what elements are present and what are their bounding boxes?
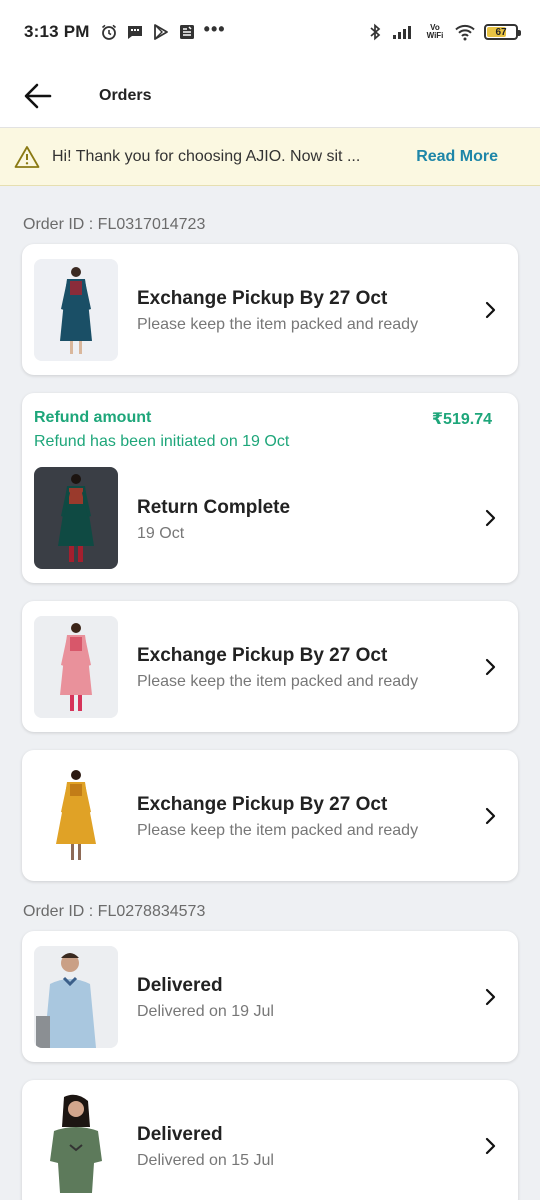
back-button[interactable] (18, 76, 58, 116)
order-item-card[interactable]: Delivered Delivered on 15 Jul (22, 1080, 518, 1200)
item-detail: Please keep the item packed and ready (137, 822, 419, 839)
order-item-card[interactable]: Exchange Pickup By 27 Oct Please keep th… (22, 601, 518, 732)
item-detail: 19 Oct (137, 525, 185, 542)
item-detail: Delivered on 19 Jul (137, 1003, 274, 1020)
wifi-icon (454, 23, 476, 41)
order-item-card[interactable]: Exchange Pickup By 27 Oct Please keep th… (22, 244, 518, 375)
product-image (34, 1093, 118, 1195)
item-info: Exchange Pickup By 27 Oct Please keep th… (137, 794, 418, 840)
product-image (34, 765, 118, 867)
item-status: Return Complete (137, 497, 291, 518)
item-status: Exchange Pickup By 27 Oct (137, 794, 388, 815)
bluetooth-icon (366, 23, 384, 41)
refund-note: Refund has been initiated on 19 Oct (34, 433, 290, 450)
order-item-card[interactable]: Delivered Delivered on 19 Jul (22, 931, 518, 1062)
refund-amount: ₹519.74 (431, 411, 492, 428)
product-image (34, 467, 118, 569)
item-info: Return Complete 19 Oct (137, 497, 290, 543)
product-image (34, 616, 118, 718)
refund-row: Refund amount ₹519.74 (34, 409, 492, 429)
chevron-right-icon (485, 1137, 496, 1155)
signal-icon (392, 23, 416, 41)
order-id-label: Order ID : FL0278834573 (23, 903, 206, 920)
chevron-right-icon (485, 509, 496, 527)
item-detail: Please keep the item packed and ready (137, 316, 419, 333)
product-image (34, 946, 118, 1048)
item-detail: Delivered on 15 Jul (137, 1152, 274, 1169)
play-store-icon (152, 23, 170, 41)
item-status: Delivered (137, 1124, 223, 1145)
notice-banner: Hi! Thank you for choosing AJIO. Now sit… (0, 128, 540, 186)
alarm-icon (100, 23, 118, 41)
product-image (34, 259, 118, 361)
item-status: Delivered (137, 975, 223, 996)
notification-icons: ••• (100, 19, 226, 41)
read-more-link[interactable]: Read More (416, 148, 498, 166)
chevron-right-icon (485, 301, 496, 319)
warning-icon (14, 145, 40, 168)
notice-message: Hi! Thank you for choosing AJIO. Now sit… (52, 147, 361, 165)
app-bar: Orders (0, 64, 540, 128)
chevron-right-icon (485, 988, 496, 1006)
chevron-right-icon (485, 807, 496, 825)
item-status: Exchange Pickup By 27 Oct (137, 645, 388, 666)
chevron-right-icon (485, 658, 496, 676)
more-notifications-icon: ••• (203, 19, 226, 39)
page-title: Orders (99, 86, 152, 104)
battery-icon: 67 (484, 24, 521, 40)
item-detail: Please keep the item packed and ready (137, 673, 419, 690)
refund-label: Refund amount (34, 409, 152, 426)
status-time: 3:13 PM (24, 22, 90, 41)
chat-icon (126, 23, 144, 41)
item-info: Exchange Pickup By 27 Oct Please keep th… (137, 645, 418, 691)
item-info: Delivered Delivered on 19 Jul (137, 975, 274, 1021)
battery-level: 67 (495, 26, 507, 38)
item-status: Exchange Pickup By 27 Oct (137, 288, 388, 309)
system-icons: Vo WiFi 67 (366, 23, 521, 41)
order-item-card[interactable]: Exchange Pickup By 27 Oct Please keep th… (22, 750, 518, 881)
status-bar: 3:13 PM ••• Vo WiFi 67 (0, 0, 540, 64)
item-info: Exchange Pickup By 27 Oct Please keep th… (137, 288, 418, 334)
item-info: Delivered Delivered on 15 Jul (137, 1124, 274, 1170)
arrow-left-icon (24, 83, 52, 108)
order-item-card[interactable]: Refund amount ₹519.74 Refund has been in… (22, 393, 518, 583)
order-id-label: Order ID : FL0317014723 (23, 216, 206, 233)
vowifi-icon: Vo WiFi (426, 23, 444, 40)
news-icon (178, 23, 196, 41)
